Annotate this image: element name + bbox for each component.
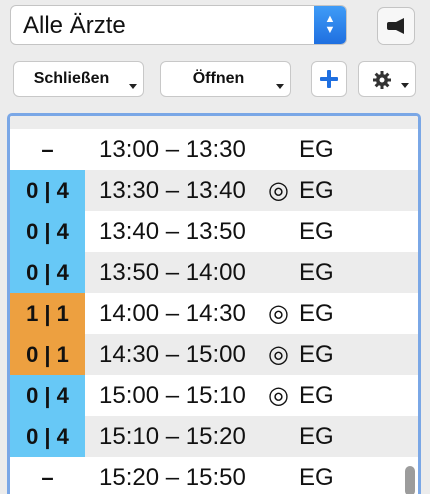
close-button[interactable]: Schließen — [13, 61, 144, 97]
add-button[interactable] — [311, 61, 347, 97]
floor-label: EG — [299, 177, 334, 204]
list-item[interactable]: 12:50 – 13:00 EG — [10, 116, 418, 129]
floor-label: EG — [299, 464, 334, 491]
floor-label: EG — [299, 423, 334, 450]
list-item[interactable]: 0 | 4 13:50 – 14:00 EG — [10, 252, 418, 293]
slot-count: 0 | 4 — [10, 211, 85, 252]
time-range: 14:00 – 14:30 — [99, 300, 246, 327]
time-range: 13:00 – 13:30 — [99, 136, 246, 163]
list-item[interactable]: – 13:00 – 13:30 EG — [10, 129, 418, 170]
speaker-icon — [387, 18, 404, 34]
open-button[interactable]: Öffnen — [160, 61, 291, 97]
doctor-select[interactable]: Alle Ärzte ▲ ▼ — [10, 5, 347, 45]
target-icon: ◎ — [268, 382, 289, 409]
target-icon — [268, 211, 299, 252]
slot-count: – — [41, 137, 54, 162]
target-icon: ◎ — [268, 177, 289, 204]
doctor-select-value: Alle Ärzte — [23, 12, 126, 39]
slot-count: 0 | 4 — [10, 375, 85, 416]
gear-icon — [373, 71, 391, 89]
chevron-down-icon: ▼ — [324, 24, 336, 36]
chevron-down-icon — [401, 83, 409, 88]
list-item[interactable]: 0 | 4 15:10 – 15:20 EG — [10, 416, 418, 457]
floor-label: EG — [299, 341, 334, 368]
target-icon — [268, 252, 299, 293]
list-item[interactable]: 0 | 1 14:30 – 15:00 ◎ EG — [10, 334, 418, 375]
time-range: 15:00 – 15:10 — [99, 382, 246, 409]
chevron-down-icon — [276, 84, 284, 89]
time-range: 13:50 – 14:00 — [99, 259, 246, 286]
list-item[interactable]: 0 | 4 15:00 – 15:10 ◎ EG — [10, 375, 418, 416]
open-button-label: Öffnen — [192, 70, 245, 87]
slot-count: – — [41, 465, 54, 490]
appointment-list[interactable]: 12:50 – 13:00 EG – 13:00 – 13:30 EG 0 | 4 13:3… — [7, 113, 421, 494]
time-range: 14:30 – 15:00 — [99, 341, 246, 368]
time-range: 15:20 – 15:50 — [99, 464, 246, 491]
time-range: 12:50 – 13:00 — [85, 116, 268, 129]
plus-icon — [320, 70, 338, 88]
target-icon — [268, 116, 299, 129]
floor-label: EG — [299, 218, 334, 245]
select-stepper[interactable]: ▲ ▼ — [314, 6, 346, 44]
chevron-down-icon — [129, 84, 137, 89]
list-item[interactable]: – 15:20 – 15:50 EG — [10, 457, 418, 494]
slot-count — [10, 116, 85, 129]
target-icon — [268, 129, 299, 170]
time-range: 13:40 – 13:50 — [99, 218, 246, 245]
target-icon: ◎ — [268, 341, 289, 368]
floor-label: EG — [299, 116, 359, 129]
time-range: 15:10 – 15:20 — [99, 423, 246, 450]
list-item[interactable]: 0 | 4 13:30 – 13:40 ◎ EG — [10, 170, 418, 211]
floor-label: EG — [299, 136, 334, 163]
appointment-rows: 12:50 – 13:00 EG – 13:00 – 13:30 EG 0 | 4 13:3… — [10, 116, 418, 494]
target-icon — [268, 457, 299, 494]
floor-label: EG — [299, 300, 334, 327]
settings-button[interactable] — [358, 61, 416, 97]
list-item[interactable]: 0 | 4 13:40 – 13:50 EG — [10, 211, 418, 252]
slot-count: 0 | 4 — [10, 170, 85, 211]
floor-label: EG — [299, 259, 334, 286]
speaker-button[interactable] — [377, 7, 415, 45]
close-button-label: Schließen — [33, 70, 110, 87]
slot-count: 0 | 4 — [10, 416, 85, 457]
scrollbar-thumb[interactable] — [405, 466, 415, 494]
target-icon — [268, 416, 299, 457]
list-item[interactable]: 1 | 1 14:00 – 14:30 ◎ EG — [10, 293, 418, 334]
target-icon: ◎ — [268, 300, 289, 327]
floor-label: EG — [299, 382, 334, 409]
slot-count: 0 | 1 — [10, 334, 85, 375]
time-range: 13:30 – 13:40 — [99, 177, 246, 204]
slot-count: 0 | 4 — [10, 252, 85, 293]
slot-count: 1 | 1 — [10, 293, 85, 334]
